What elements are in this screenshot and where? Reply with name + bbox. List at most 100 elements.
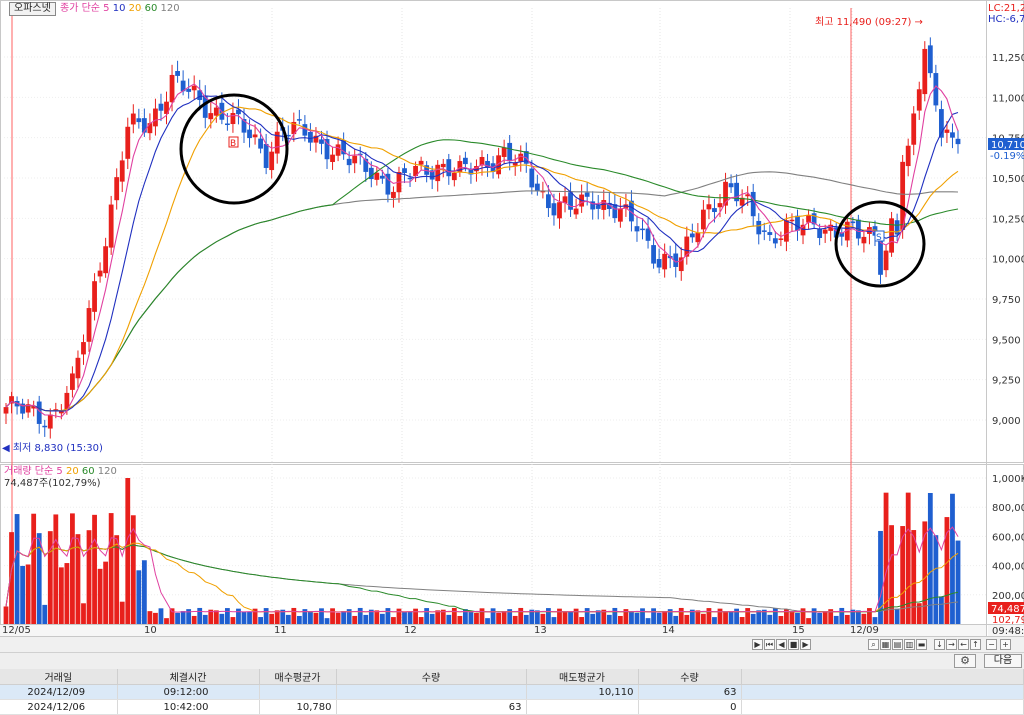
volume-bar: [363, 614, 369, 624]
volume-bar: [927, 492, 933, 624]
candle-body: [153, 108, 158, 127]
volume-bar: [573, 608, 579, 624]
candle-body: [208, 113, 214, 120]
candle-body: [750, 191, 756, 217]
volume-bar: [180, 611, 186, 624]
arrow-up-icon[interactable]: ↑: [970, 639, 981, 650]
price-volume-chart[interactable]: 11,25011,00010,75010,50010,25010,0009,75…: [0, 0, 1024, 636]
layout-icon[interactable]: ▦: [880, 639, 891, 650]
plus-icon[interactable]: +: [1000, 639, 1011, 650]
volume-bar: [247, 611, 252, 624]
candle-body: [125, 126, 131, 159]
legend-ma120: 120: [160, 3, 180, 14]
candle-body: [772, 238, 778, 244]
candle-body: [296, 119, 302, 121]
col-buy-avg[interactable]: 매수평균가: [259, 669, 337, 685]
table-row[interactable]: 2024/12/09 09:12:00 10,110 63: [0, 684, 1024, 700]
candle-body: [767, 232, 773, 235]
volume-bar: [817, 612, 823, 624]
volume-bar: [202, 614, 208, 624]
volume-bar: [407, 611, 413, 624]
next-icon[interactable]: ▶: [800, 639, 811, 650]
grid-icon[interactable]: ▤: [892, 639, 903, 650]
volume-axis-label: 1,000K: [992, 474, 1024, 485]
price-axis-label: 9,750: [992, 295, 1021, 306]
volume-bar: [169, 608, 175, 624]
volume-bar: [861, 613, 867, 624]
volume-bar: [772, 607, 778, 624]
chart-scroll-bar[interactable]: ▶ ⏮ ◀ ■ ▶ ⌕ ▦ ▤ ▥ ▬ ↓ → ← ↑ − +: [0, 636, 1024, 652]
candle-body: [42, 425, 48, 428]
next-button[interactable]: 다음: [984, 654, 1022, 668]
candle-body: [75, 357, 81, 379]
arrow-down-icon[interactable]: ↓: [934, 639, 945, 650]
volume-bar: [20, 565, 26, 624]
volume-bar: [429, 613, 435, 624]
col-buy-qty[interactable]: 수량: [336, 669, 527, 685]
price-legend-title: 종가 단순: [60, 3, 100, 14]
first-icon[interactable]: ⏮: [764, 639, 775, 650]
zoom-icon[interactable]: ⌕: [868, 639, 879, 650]
cell-sell-avg: [526, 699, 639, 715]
candle-body: [922, 48, 928, 95]
volume-bar: [485, 618, 490, 624]
volume-bar: [125, 478, 131, 624]
arrow-left-icon[interactable]: ←: [958, 639, 969, 650]
candle-body: [617, 208, 623, 222]
candle-body: [186, 88, 192, 92]
arrow-right-icon[interactable]: →: [946, 639, 957, 650]
play-icon[interactable]: ▶: [752, 639, 763, 650]
stop-icon[interactable]: ■: [788, 639, 799, 650]
date-axis-label: 12/05: [2, 625, 31, 636]
candle-body: [889, 218, 894, 253]
col-sell-avg[interactable]: 매도평균가: [526, 669, 639, 685]
volume-bar: [546, 608, 551, 624]
col-exec-time[interactable]: 체결시간: [117, 669, 260, 685]
col-sell-qty[interactable]: 수량: [638, 669, 742, 685]
candle-body: [391, 191, 396, 198]
date-axis-label: 13: [534, 625, 547, 636]
volume-bar: [922, 521, 928, 624]
candle-body: [175, 71, 180, 76]
prev-icon[interactable]: ◀: [776, 639, 787, 650]
volume-bar: [540, 613, 546, 624]
collapse-icon[interactable]: ▬: [916, 639, 927, 650]
candle-body: [169, 74, 175, 103]
volume-bar: [58, 567, 64, 624]
candle-body: [695, 232, 701, 243]
candle-body: [191, 85, 197, 91]
date-axis-label: 11: [274, 625, 287, 636]
volume-bar: [518, 607, 524, 624]
cell-sell-avg: 10,110: [526, 684, 639, 700]
table-row[interactable]: 2024/12/06 10:42:00 10,780 63 0: [0, 699, 1024, 715]
gear-icon[interactable]: ⚙: [954, 654, 976, 668]
minus-icon[interactable]: −: [986, 639, 997, 650]
candle-body: [778, 238, 784, 240]
candle-body: [446, 159, 452, 177]
volume-bar: [269, 613, 275, 624]
volume-bar: [756, 610, 762, 624]
current-volume-pct: 102,79%: [992, 615, 1024, 626]
split-icon[interactable]: ▥: [904, 639, 915, 650]
buy-marker-icon: B: [230, 139, 236, 149]
legend-ma5: 5: [103, 3, 110, 14]
vlegend-ma5: 5: [56, 466, 63, 477]
volume-bar: [855, 610, 861, 624]
volume-bar: [457, 615, 463, 624]
ticker-tab[interactable]: 오파스넷: [9, 2, 56, 16]
cell-buy-qty: 63: [336, 699, 527, 715]
volume-bar: [651, 608, 656, 624]
candle-body: [114, 177, 120, 201]
volume-bar: [446, 614, 452, 624]
volume-bar: [468, 611, 474, 624]
current-change-value: -0.19%: [990, 151, 1024, 162]
volume-bar: [213, 610, 219, 624]
volume-bar: [662, 611, 668, 624]
volume-bar: [496, 612, 502, 624]
col-trade-date[interactable]: 거래일: [0, 669, 118, 685]
volume-legend-title: 거래량: [4, 466, 32, 477]
candle-body: [927, 45, 933, 74]
high-annotation: 최고 11,490 (09:27) →: [815, 16, 923, 28]
volume-bar: [700, 613, 706, 624]
legend-ma60: 60: [144, 3, 158, 14]
